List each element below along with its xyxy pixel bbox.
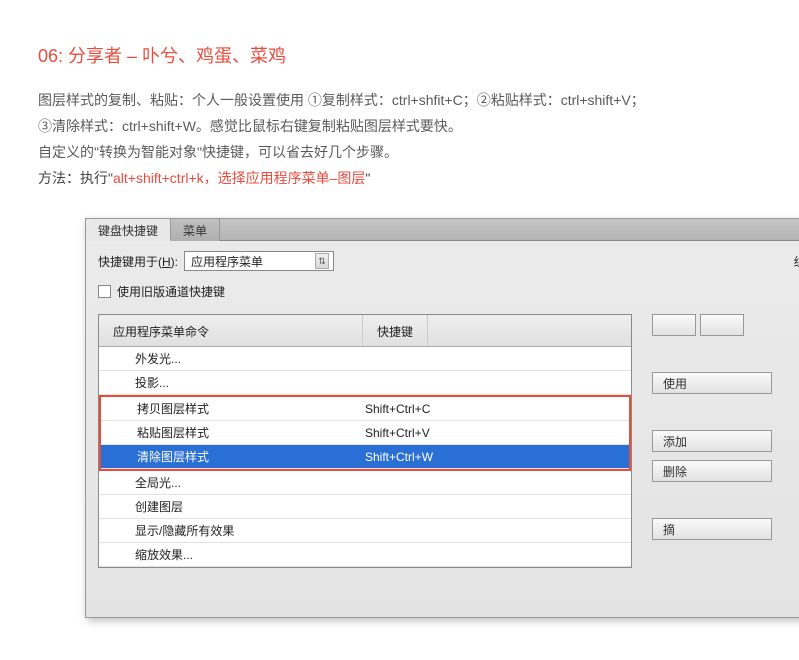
table-row[interactable]: 外发光... [99, 347, 631, 371]
table-row[interactable]: 全局光... [99, 471, 631, 495]
section-title: 06: 分享者 – 卟兮、鸡蛋、菜鸡 [38, 42, 761, 68]
shortcut-table: 应用程序菜单命令 快捷键 外发光... 投影... 拷贝图层样式 [98, 314, 632, 568]
tab-menu[interactable]: 菜单 [171, 219, 220, 241]
add-button[interactable]: 添加 [652, 430, 772, 452]
column-header-shortcut: 快捷键 [363, 315, 428, 346]
table-row-selected[interactable]: 清除图层样式 Shift+Ctrl+W [101, 445, 629, 469]
side-button-group: 使用 添加 删除 摘 [652, 314, 799, 568]
table-row[interactable]: 显示/隐藏所有效果 [99, 519, 631, 543]
table-row[interactable]: 拷贝图层样式 Shift+Ctrl+C [101, 397, 629, 421]
dialog-tabs: 键盘快捷键 菜单 [86, 219, 799, 241]
table-row[interactable]: 投影... [99, 371, 631, 395]
group-label: 组(S): [794, 253, 799, 270]
column-header-command: 应用程序菜单命令 [99, 315, 363, 346]
legacy-channel-label: 使用旧版通道快捷键 [117, 283, 225, 300]
side-small-button-1[interactable] [652, 314, 696, 336]
desc-line-2: ③清除样式：ctrl+shift+W。感觉比鼠标右键复制粘贴图层样式要快。 [38, 114, 761, 138]
shortcut-for-label: 快捷键用于(H): [98, 253, 178, 270]
desc-line-3: 自定义的"转换为智能对象"快捷键，可以省去好几个步骤。 [38, 140, 761, 164]
chevron-updown-icon: ⇅ [315, 253, 329, 269]
use-button[interactable]: 使用 [652, 372, 772, 394]
delete-button[interactable]: 删除 [652, 460, 772, 482]
side-small-button-2[interactable] [700, 314, 744, 336]
table-row[interactable]: 缩放效果... [99, 543, 631, 567]
desc-line-1: 图层样式的复制、粘贴：个人一般设置使用 ①复制样式：ctrl+shfit+C；②… [38, 88, 761, 112]
summary-button[interactable]: 摘 [652, 518, 772, 540]
tab-keyboard-shortcuts[interactable]: 键盘快捷键 [86, 219, 171, 241]
shortcut-for-dropdown[interactable]: 应用程序菜单 ⇅ [184, 251, 334, 271]
highlighted-range-box: 拷贝图层样式 Shift+Ctrl+C 粘贴图层样式 Shift+Ctrl+V … [99, 395, 631, 471]
table-row[interactable]: 粘贴图层样式 Shift+Ctrl+V [101, 421, 629, 445]
legacy-channel-checkbox[interactable] [98, 285, 111, 298]
desc-line-4: 方法：执行"alt+shift+ctrl+k，选择应用程序菜单–图层" [38, 166, 761, 190]
table-row[interactable]: 创建图层 [99, 495, 631, 519]
keyboard-shortcuts-dialog: 键盘快捷键 菜单 快捷键用于(H): 应用程序菜单 ⇅ 组(S): Photos… [85, 218, 799, 618]
